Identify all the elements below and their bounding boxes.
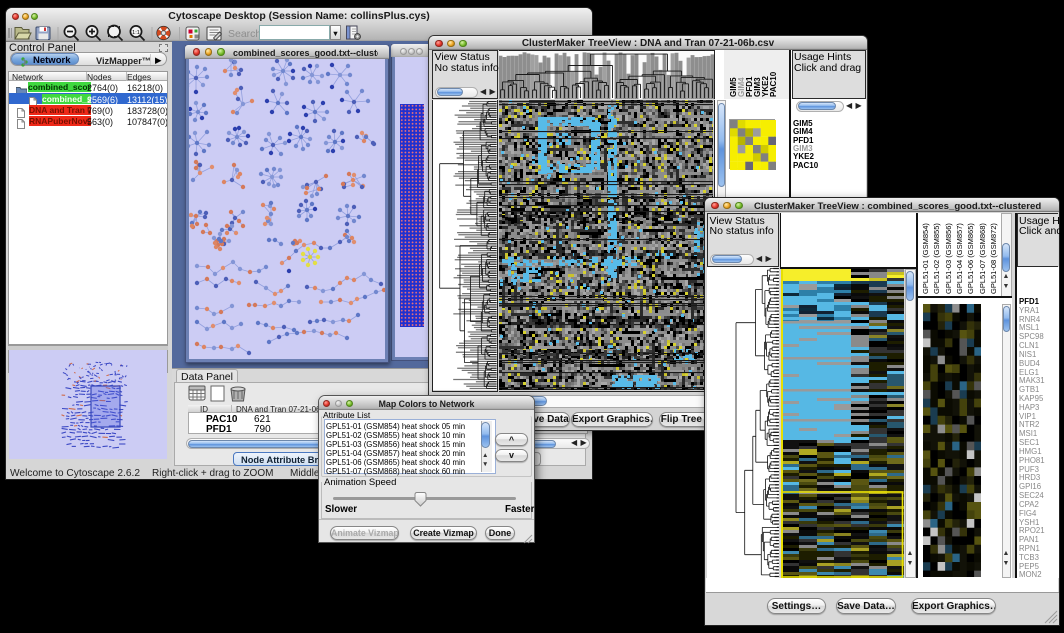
svg-text:1:1: 1:1 bbox=[132, 30, 140, 36]
